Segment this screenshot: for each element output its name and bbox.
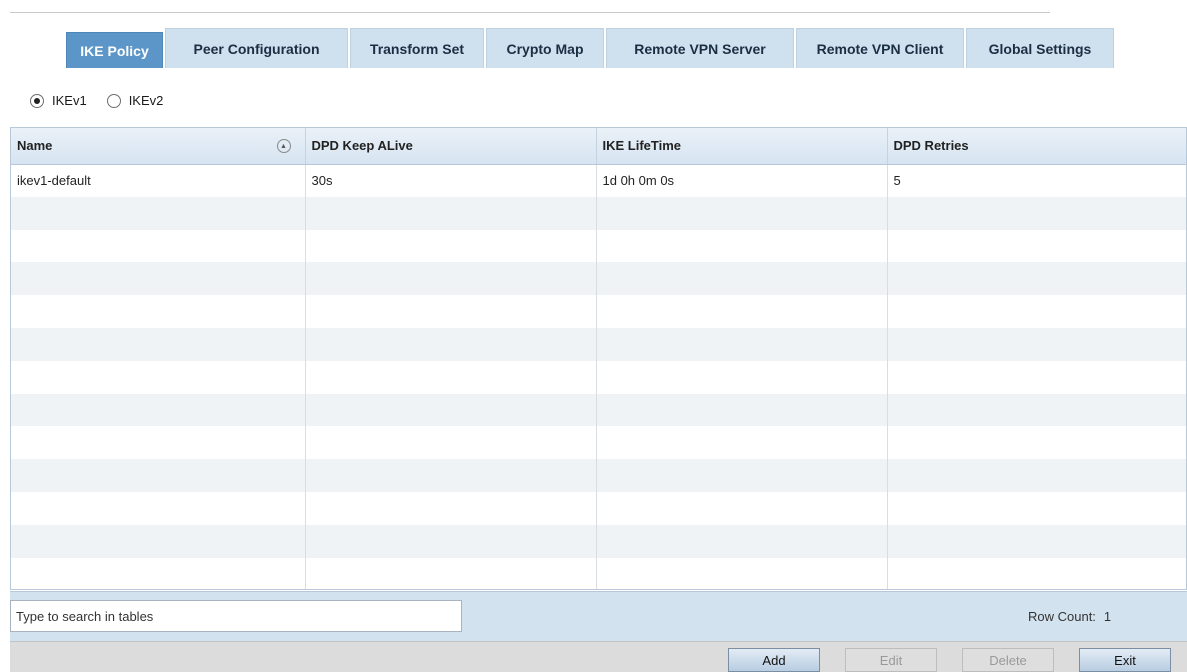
column-header-name[interactable]: Name ▲ (11, 128, 306, 165)
ike-policy-table: Name ▲ DPD Keep ALive IKE LifeTime DPD R… (10, 127, 1187, 590)
sort-icon[interactable]: ▲ (276, 139, 291, 153)
empty-row (11, 196, 1186, 230)
radio-ikev1[interactable]: IKEv1 (30, 93, 87, 108)
radio-ikev2[interactable]: IKEv2 (106, 93, 164, 108)
empty-row (11, 459, 1186, 492)
column-header-label: Name (17, 138, 53, 154)
tab-remote-vpn-client[interactable]: Remote VPN Client (796, 28, 964, 68)
empty-row (11, 327, 1186, 361)
empty-row (11, 524, 1186, 558)
ike-version-selector: IKEv1 IKEv2 (30, 93, 163, 108)
table-row[interactable]: ikev1-default 30s 1d 0h 0m 0s 5 (11, 164, 1186, 197)
tab-ike-policy[interactable]: IKE Policy (66, 32, 163, 68)
row-count-label: Row Count: (1028, 609, 1096, 624)
frame-top-border (10, 12, 1050, 13)
tab-remote-vpn-server[interactable]: Remote VPN Server (606, 28, 794, 68)
tab-peer-configuration[interactable]: Peer Configuration (165, 28, 348, 68)
tab-bar: IKE Policy Peer Configuration Transform … (66, 28, 1114, 68)
radio-ikev2-label: IKEv2 (128, 93, 164, 108)
row-count-value: 1 (1103, 609, 1112, 624)
edit-button[interactable]: Edit (845, 648, 937, 672)
column-header-dpd-keep-alive[interactable]: DPD Keep ALive (305, 128, 597, 165)
empty-row (11, 229, 1186, 263)
delete-button[interactable]: Delete (962, 648, 1054, 672)
row-count: Row Count: 1 (1028, 609, 1111, 624)
empty-row (11, 262, 1186, 296)
cell-dpd-keep-alive: 30s (305, 164, 597, 197)
column-header-ike-lifetime[interactable]: IKE LifeTime (596, 128, 888, 165)
exit-button[interactable]: Exit (1079, 648, 1171, 672)
empty-row (11, 491, 1186, 525)
add-button[interactable]: Add (728, 648, 820, 672)
empty-row (11, 295, 1186, 328)
column-header-dpd-retries[interactable]: DPD Retries (887, 128, 1186, 165)
cell-dpd-retries: 5 (887, 164, 1186, 197)
tab-global-settings[interactable]: Global Settings (966, 28, 1114, 68)
radio-unchecked-icon[interactable] (106, 93, 121, 108)
table-search-input[interactable] (10, 600, 462, 632)
cell-ike-lifetime: 1d 0h 0m 0s (596, 164, 888, 197)
empty-row (11, 360, 1186, 394)
tab-transform-set[interactable]: Transform Set (350, 28, 484, 68)
table-header-row: Name ▲ DPD Keep ALive IKE LifeTime DPD R… (11, 128, 1186, 165)
cell-name: ikev1-default (11, 164, 306, 197)
empty-row (11, 426, 1186, 460)
tab-crypto-map[interactable]: Crypto Map (486, 28, 604, 68)
radio-ikev1-label: IKEv1 (52, 93, 87, 108)
empty-row (11, 393, 1186, 427)
radio-checked-icon[interactable] (30, 93, 44, 108)
empty-row (11, 557, 1186, 589)
